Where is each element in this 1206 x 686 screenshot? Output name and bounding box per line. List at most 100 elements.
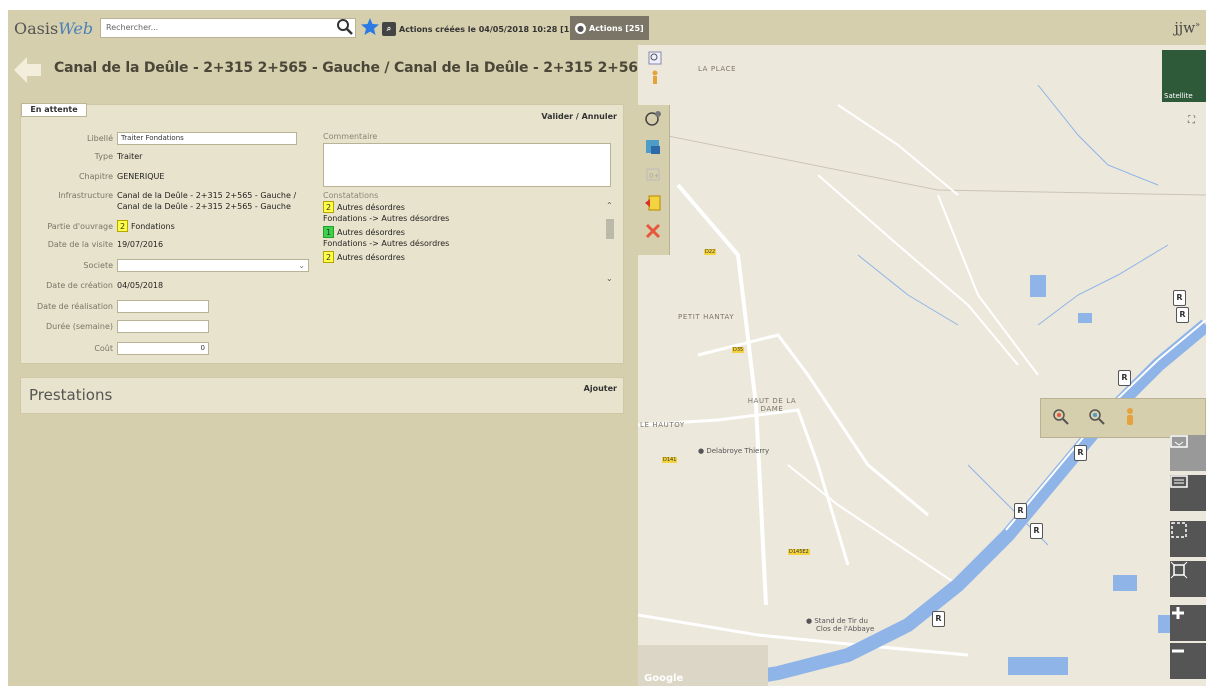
map-marker[interactable]: R — [1173, 290, 1186, 306]
scrollbar-thumb[interactable] — [606, 219, 614, 239]
search-icon[interactable] — [334, 16, 356, 38]
constatation-item[interactable]: 1 Autres désordres Fondations -> Autres d… — [323, 226, 617, 249]
partie-badge: 2 — [117, 220, 128, 232]
constatation-path: Fondations -> Autres désordres — [323, 239, 450, 248]
constatation-badge: 1 — [323, 226, 334, 238]
map-layer-icon[interactable] — [643, 137, 665, 159]
constatation-item[interactable]: 2 Autres désordres Fondations -> Autres d… — [323, 201, 617, 224]
logo-accent: Web — [58, 19, 94, 38]
societe-label: Societe — [83, 261, 113, 270]
type-label: Type — [94, 152, 113, 161]
prestations-card: Prestations Ajouter — [20, 377, 624, 414]
infrastructure-value: Canal de la Deûle - 2+315 2+565 - Gauche… — [117, 190, 296, 212]
poi-delabroye[interactable]: ● Delabroye Thierry — [698, 447, 769, 455]
zoom-in-icon[interactable] — [1170, 605, 1206, 641]
poi-label: Clos de l'Abbaye — [816, 625, 875, 633]
close-icon[interactable] — [643, 221, 665, 243]
top-bar: OasisWeb Rechercher... ⌕ Actions créées … — [8, 10, 1206, 45]
map-marker[interactable]: R — [1118, 370, 1131, 386]
infrastructure-line-1: Canal de la Deûle - 2+315 2+565 - Gauche… — [117, 191, 297, 200]
map-marker[interactable]: R — [1014, 503, 1027, 519]
date-visite-value: 19/07/2016 — [117, 240, 164, 249]
search-input[interactable]: Rechercher... — [100, 18, 356, 38]
zoom-out-icon[interactable] — [1170, 643, 1206, 679]
pegman-icon[interactable] — [1123, 407, 1147, 431]
geolocate-icon[interactable] — [643, 109, 665, 131]
comment-icon[interactable] — [1170, 435, 1206, 471]
libelle-label: Libellé — [86, 134, 113, 143]
validate-cancel-link[interactable]: Valider / Annuler — [541, 112, 617, 121]
partie-label: Partie d'ouvrage — [47, 221, 113, 231]
constatation-badge: 2 — [323, 251, 334, 263]
commentaire-textarea[interactable] — [323, 143, 611, 187]
cout-label: Coût — [94, 344, 113, 353]
row-duree: Durée (semaine) — [21, 320, 209, 333]
filter-icon[interactable]: 0+ — [643, 165, 665, 187]
constatations-scrollbar[interactable]: ⌃ ⌄ — [605, 201, 615, 283]
logo-main: Oasis — [14, 19, 59, 38]
road-label: D35 — [732, 347, 745, 353]
road-label: D145E2 — [788, 549, 810, 555]
map-marker[interactable]: R — [1074, 445, 1087, 461]
map-canvas — [638, 84, 1206, 686]
actions-created-link[interactable]: ⌕ Actions créées le 04/05/2018 10:28 [13… — [382, 20, 579, 38]
user-menu[interactable]: jjw» — [1174, 20, 1200, 37]
satellite-toggle[interactable]: Satellite — [1162, 50, 1206, 102]
map-zoom-area-icon[interactable] — [648, 51, 662, 65]
row-cout: Coût 0 — [21, 342, 209, 355]
constatation-label: Autres désordres — [337, 253, 405, 262]
road-label: D141 — [662, 457, 678, 463]
pin-search-icon[interactable] — [1051, 407, 1075, 431]
export-icon[interactable] — [643, 193, 665, 215]
map-marker[interactable]: R — [932, 611, 945, 627]
favorite-star-icon[interactable] — [360, 16, 380, 38]
action-form-card: En attente Valider / Annuler Libellé Tra… — [20, 103, 624, 364]
constatations-list: 2 Autres désordres Fondations -> Autres d… — [323, 201, 617, 285]
constatation-badge: 2 — [323, 201, 334, 213]
row-date-creation: Date de création 04/05/2018 — [21, 281, 163, 290]
expand-icon[interactable] — [1170, 561, 1206, 597]
pin-search-blue-icon[interactable] — [1087, 407, 1111, 431]
message-icon[interactable] — [1170, 475, 1206, 511]
row-date-visite: Date de la visite 19/07/2016 — [21, 240, 163, 249]
libelle-input[interactable]: Traiter Fondations — [117, 132, 297, 145]
select-area-icon[interactable] — [1170, 521, 1206, 557]
chevron-down-icon: ⌄ — [298, 261, 305, 270]
map-marker[interactable]: R — [1030, 523, 1043, 539]
row-chapitre: Chapitre GENERIQUE — [21, 172, 164, 181]
status-tab[interactable]: En attente — [21, 103, 87, 117]
cout-input[interactable]: 0 — [117, 342, 209, 355]
type-value: Traiter — [117, 152, 143, 161]
svg-text:0+: 0+ — [649, 172, 659, 180]
add-prestation-link[interactable]: Ajouter — [584, 384, 617, 393]
societe-select[interactable]: ⌄ — [117, 259, 309, 272]
row-libelle: Libellé Traiter Fondations — [21, 132, 297, 145]
row-infrastructure: Infrastructure Canal de la Deûle - 2+315… — [21, 190, 296, 212]
row-partie: Partie d'ouvrage 2 Fondations — [21, 220, 175, 232]
constatation-path: Fondations -> Autres désordres — [323, 214, 450, 223]
back-arrow-icon[interactable] — [10, 53, 44, 87]
fullscreen-icon[interactable]: ⛶ — [1188, 115, 1202, 129]
poi-label: Delabroye Thierry — [706, 447, 770, 455]
road-label: D22 — [704, 249, 717, 255]
map-toolbar: 0+ — [638, 105, 670, 255]
chevron-up-icon[interactable]: ⌃ — [606, 201, 613, 210]
date-realisation-input[interactable] — [117, 300, 209, 313]
map-view[interactable]: LA PLACE PETIT HANTAY HAUT DE LA DAME LE… — [638, 45, 1206, 686]
constatation-item[interactable]: 2 Autres désordres — [323, 251, 617, 263]
actions-tab[interactable]: ● Actions [25] — [570, 16, 649, 40]
commentaire-label: Commentaire — [323, 132, 378, 141]
map-person-icon[interactable] — [648, 69, 662, 85]
row-societe: Societe ⌄ — [21, 259, 309, 272]
chevron-down-icon[interactable]: ⌄ — [606, 274, 613, 283]
actions-created-label: Actions créées le 04/05/2018 10:28 [13] — [399, 24, 579, 34]
detail-panel: Canal de la Deûle - 2+315 2+565 - Gauche… — [8, 45, 720, 686]
map-marker[interactable]: R — [1176, 307, 1189, 323]
prestations-title: Prestations — [29, 386, 113, 404]
poi-stand-de-tir[interactable]: ● Stand de Tir du Clos de l'Abbaye — [806, 617, 874, 633]
app-logo[interactable]: OasisWeb — [14, 19, 93, 38]
chapitre-label: Chapitre — [78, 172, 113, 181]
satellite-label: Satellite — [1164, 92, 1193, 100]
duree-input[interactable] — [117, 320, 209, 333]
infrastructure-line-2: Canal de la Deûle - 2+315 2+565 - Gauche — [117, 202, 291, 211]
